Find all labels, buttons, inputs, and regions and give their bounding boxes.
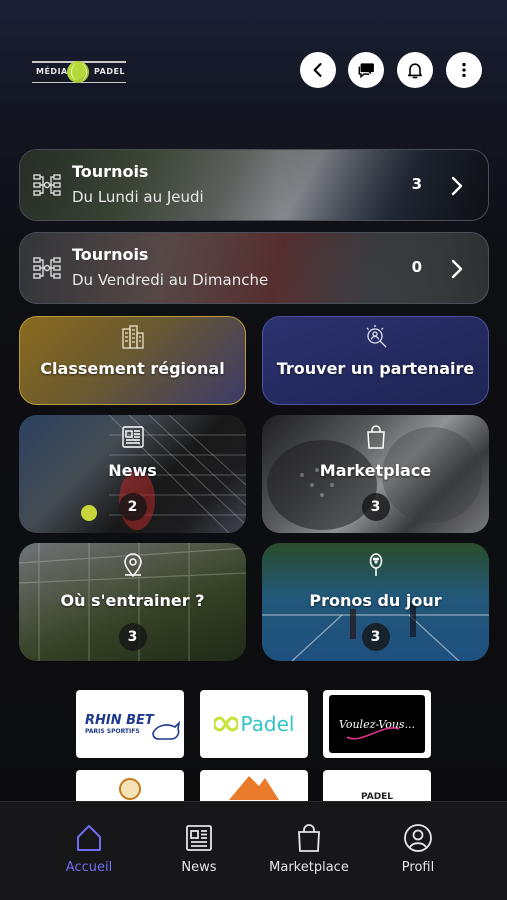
marketplace-tile[interactable]: Marketplace 3 <box>262 415 489 533</box>
racket-icon <box>369 553 382 576</box>
bracket-icon <box>33 257 61 279</box>
swirl-icon <box>346 727 400 740</box>
newspaper-icon <box>121 426 144 448</box>
rhino-icon <box>152 720 181 740</box>
banner-count: 3 <box>411 175 422 193</box>
tile-label: Classement régional <box>40 359 225 378</box>
tournois-weekend-banner[interactable]: Tournois Du Vendredi au Dimanche 0 <box>19 232 489 304</box>
tile-label: Marketplace <box>319 461 432 480</box>
tile-label: News <box>108 461 157 480</box>
banner-subtitle: Du Vendredi au Dimanche <box>72 271 269 289</box>
chevron-right-icon <box>451 176 463 196</box>
banner-subtitle: Du Lundi au Jeudi <box>72 188 204 206</box>
tile-label: Où s'entrainer ? <box>60 591 205 610</box>
orange-shape-icon <box>229 776 279 800</box>
nav-news[interactable]: News <box>144 822 254 875</box>
logo-word-padel: PADEL <box>94 67 126 76</box>
banner-title: Tournois <box>72 162 149 181</box>
nav-label: Marketplace <box>269 860 349 875</box>
back-button[interactable] <box>300 52 336 88</box>
messages-button[interactable] <box>348 52 384 88</box>
sponsor-padel-logo[interactable]: Padel <box>200 690 308 758</box>
chevron-right-icon <box>451 259 463 279</box>
banner-title: Tournois <box>72 245 149 264</box>
club-crest-icon <box>119 778 141 800</box>
count-badge: 3 <box>361 493 390 521</box>
more-vertical-icon <box>462 62 466 78</box>
nav-label: Accueil <box>65 860 113 875</box>
nav-accueil[interactable]: Accueil <box>34 822 144 875</box>
newspaper-icon <box>186 825 212 851</box>
chat-icon <box>358 63 374 79</box>
count-badge: 2 <box>118 493 147 521</box>
nav-label: Profil <box>401 860 435 875</box>
tennis-ball-icon <box>67 61 89 83</box>
nav-profil[interactable]: Profil <box>363 822 473 875</box>
shopping-bag-icon <box>366 425 385 449</box>
tile-label: Trouver un partenaire <box>276 359 475 378</box>
count-badge: 3 <box>361 623 390 651</box>
media-padel-logo: MÉDIA PADEL <box>32 58 126 86</box>
shopping-bag-icon <box>298 824 320 852</box>
bottom-navigation: Accueil News Marketplace Profil <box>0 801 507 900</box>
count-badge: 3 <box>118 623 147 651</box>
chevron-left-icon <box>313 63 322 77</box>
buildings-icon <box>121 325 144 349</box>
trouver-partenaire-tile[interactable]: Trouver un partenaire <box>262 316 489 405</box>
sponsor-name: Padel <box>240 712 295 736</box>
nav-marketplace[interactable]: Marketplace <box>254 822 364 875</box>
bell-icon <box>407 63 423 79</box>
bracket-icon <box>33 174 61 196</box>
notifications-button[interactable] <box>397 52 433 88</box>
sponsor-voulez-vous-logo[interactable]: Voulez-Vous... <box>323 690 431 758</box>
classement-regional-tile[interactable]: Classement régional <box>19 316 246 405</box>
tournois-semaine-banner[interactable]: Tournois Du Lundi au Jeudi 3 <box>19 149 489 221</box>
pronos-du-jour-tile[interactable]: Pronos du jour 3 <box>262 543 489 661</box>
sponsor-rhinbet-logo[interactable]: RHIN BET PARIS SPORTIFS <box>76 690 184 758</box>
ou-sentrainer-tile[interactable]: Où s'entrainer ? 3 <box>19 543 246 661</box>
news-tile[interactable]: News 2 <box>19 415 246 533</box>
banner-count: 0 <box>411 258 422 276</box>
infinity-icon <box>213 716 238 732</box>
home-icon <box>77 825 101 851</box>
logo-word-media: MÉDIA <box>36 67 68 76</box>
location-pin-icon <box>123 553 142 578</box>
tile-label: Pronos du jour <box>309 591 442 610</box>
user-icon <box>404 824 432 852</box>
nav-label: News <box>181 860 217 875</box>
more-options-button[interactable] <box>446 52 482 88</box>
search-people-icon <box>366 325 386 348</box>
